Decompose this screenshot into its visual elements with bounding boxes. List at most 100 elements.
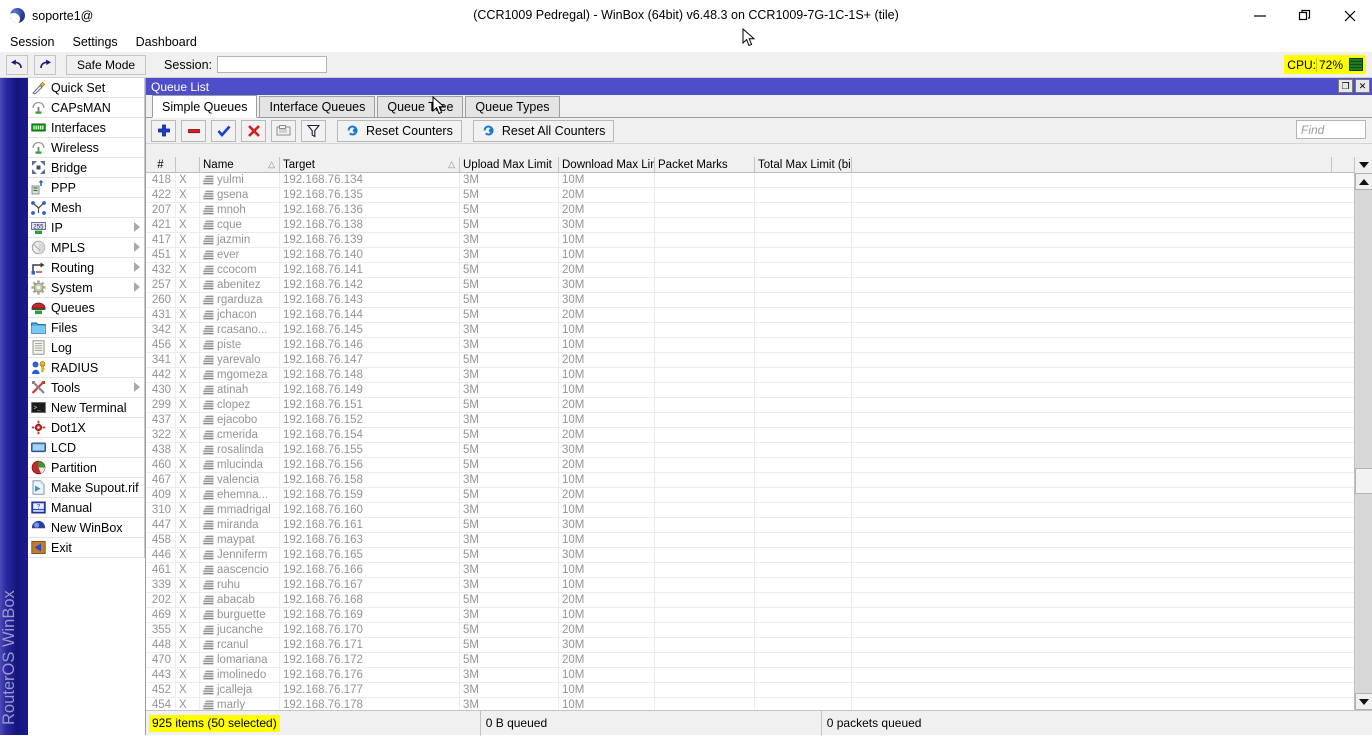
sidebar-item-mpls[interactable]: MPLS <box>28 238 144 258</box>
table-row[interactable]: 456Xpiste192.168.76.1463M10M <box>146 338 1354 353</box>
table-row[interactable]: 432Xccocom192.168.76.1415M20M <box>146 263 1354 278</box>
close-icon[interactable] <box>1327 0 1372 32</box>
table-row[interactable]: 299Xclopez192.168.76.1515M20M <box>146 398 1354 413</box>
table-row[interactable]: 458Xmaypat192.168.76.1633M10M <box>146 533 1354 548</box>
column-header-total[interactable]: Total Max Limit (bi... <box>755 157 852 173</box>
table-row[interactable]: 257Xabenitez192.168.76.1425M30M <box>146 278 1354 293</box>
sidebar-item-quick-set[interactable]: Quick Set <box>28 78 144 98</box>
sidebar-item-bridge[interactable]: Bridge <box>28 158 144 178</box>
table-row[interactable]: 409Xehemna...192.168.76.1595M20M <box>146 488 1354 503</box>
sidebar-item-tools[interactable]: Tools <box>28 378 144 398</box>
vertical-scrollbar[interactable] <box>1354 173 1372 710</box>
table-row[interactable]: 421Xcque192.168.76.1385M30M <box>146 218 1354 233</box>
queue-window-restore-icon[interactable]: ❐ <box>1338 79 1353 93</box>
table-row[interactable]: 446XJenniferm192.168.76.1655M30M <box>146 548 1354 563</box>
restore-icon[interactable] <box>1282 0 1327 32</box>
reset-counters-button[interactable]: Reset Counters <box>337 120 462 142</box>
table-row[interactable]: 430Xatinah192.168.76.1493M10M <box>146 383 1354 398</box>
scroll-down-icon[interactable] <box>1355 693 1372 710</box>
table-row[interactable]: 454Xmarly192.168.76.1783M10M <box>146 698 1354 710</box>
sidebar-item-files[interactable]: Files <box>28 318 144 338</box>
table-row[interactable]: 452Xjcalleja192.168.76.1773M10M <box>146 683 1354 698</box>
table-row[interactable]: 310Xmmadrigal192.168.76.1603M10M <box>146 503 1354 518</box>
column-header-marks[interactable]: Packet Marks <box>655 157 755 173</box>
undo-icon[interactable] <box>6 55 28 75</box>
table-row[interactable]: 418Xyulmi192.168.76.1343M10M <box>146 173 1354 188</box>
find-input[interactable]: Find <box>1296 120 1366 139</box>
column-header-num[interactable]: # <box>146 157 176 173</box>
table-row[interactable]: 339Xruhu192.168.76.1673M10M <box>146 578 1354 593</box>
sidebar-item-wireless[interactable]: Wireless <box>28 138 144 158</box>
session-input[interactable] <box>217 56 327 73</box>
enable-check-icon[interactable] <box>211 120 236 142</box>
sidebar-item-radius[interactable]: RADIUS <box>28 358 144 378</box>
queue-window-close-icon[interactable]: ✕ <box>1355 79 1370 93</box>
table-row[interactable]: 469Xburguette192.168.76.1693M10M <box>146 608 1354 623</box>
redo-icon[interactable] <box>34 55 56 75</box>
comment-icon[interactable] <box>271 120 296 142</box>
menu-settings[interactable]: Settings <box>64 34 125 50</box>
table-row[interactable]: 470Xlomariana192.168.76.1725M20M <box>146 653 1354 668</box>
table-row[interactable]: 448Xrcanul192.168.76.1715M30M <box>146 638 1354 653</box>
table-row[interactable]: 341Xyarevalo192.168.76.1475M20M <box>146 353 1354 368</box>
table-row[interactable]: 447Xmiranda192.168.76.1615M30M <box>146 518 1354 533</box>
table-row[interactable]: 322Xcmerida192.168.76.1545M20M <box>146 428 1354 443</box>
column-header-upload[interactable]: Upload Max Limit <box>460 157 559 173</box>
tab-simple-queues[interactable]: Simple Queues <box>152 95 257 118</box>
column-header-blank[interactable] <box>852 157 1332 173</box>
sidebar-item-new-winbox[interactable]: New WinBox <box>28 518 144 538</box>
add-icon[interactable] <box>151 120 176 142</box>
table-row[interactable]: 260Xrgarduza192.168.76.1435M30M <box>146 293 1354 308</box>
table-row[interactable]: 442Xmgomeza192.168.76.1483M10M <box>146 368 1354 383</box>
table-row[interactable]: 451Xever192.168.76.1403M10M <box>146 248 1354 263</box>
safe-mode-button[interactable]: Safe Mode <box>66 55 146 75</box>
table-row[interactable]: 422Xgsena192.168.76.1355M20M <box>146 188 1354 203</box>
menu-session[interactable]: Session <box>2 34 62 50</box>
sidebar-item-ip[interactable]: 255IP <box>28 218 144 238</box>
tab-queue-types[interactable]: Queue Types <box>465 96 559 117</box>
table-row[interactable]: 202Xabacab192.168.76.1685M20M <box>146 593 1354 608</box>
sidebar-item-lcd[interactable]: LCD <box>28 438 144 458</box>
sidebar-item-manual[interactable]: ?Manual <box>28 498 144 518</box>
table-row[interactable]: 342Xrcasano...192.168.76.1453M10M <box>146 323 1354 338</box>
table-row[interactable]: 438Xrosalinda192.168.76.1555M30M <box>146 443 1354 458</box>
tab-interface-queues[interactable]: Interface Queues <box>259 96 375 117</box>
table-header-row: # Name△Target△Upload Max LimitDownload Ma… <box>146 157 1372 173</box>
table-row[interactable]: 207Xmnoh192.168.76.1365M20M <box>146 203 1354 218</box>
sidebar-item-make-supout-rif[interactable]: Make Supout.rif <box>28 478 144 498</box>
sidebar-item-log[interactable]: Log <box>28 338 144 358</box>
sidebar-item-ppp[interactable]: PPP <box>28 178 144 198</box>
remove-icon[interactable] <box>181 120 206 142</box>
sidebar-item-mesh[interactable]: Mesh <box>28 198 144 218</box>
sidebar-item-partition[interactable]: Partition <box>28 458 144 478</box>
table-row[interactable]: 460Xmlucinda192.168.76.1565M20M <box>146 458 1354 473</box>
table-row[interactable]: 461Xaascencio192.168.76.1663M10M <box>146 563 1354 578</box>
menu-dashboard[interactable]: Dashboard <box>128 34 205 50</box>
tab-queue-tree[interactable]: Queue Tree <box>377 96 463 117</box>
table-row[interactable]: 467Xvalencia192.168.76.1583M10M <box>146 473 1354 488</box>
column-header-download[interactable]: Download Max Limit <box>559 157 655 173</box>
minimize-icon[interactable] <box>1237 0 1282 32</box>
column-chooser-icon[interactable] <box>1354 157 1372 173</box>
filter-funnel-icon[interactable] <box>301 120 326 142</box>
table-row[interactable]: 437Xejacobo192.168.76.1523M10M <box>146 413 1354 428</box>
column-header-target[interactable]: Target△ <box>280 157 460 173</box>
sidebar-item-system[interactable]: System <box>28 278 144 298</box>
column-header-flags[interactable] <box>176 157 200 173</box>
sidebar-item-new-terminal[interactable]: >_New Terminal <box>28 398 144 418</box>
table-row[interactable]: 355Xjucanche192.168.76.1705M20M <box>146 623 1354 638</box>
sidebar-item-dot1x[interactable]: Dot1X <box>28 418 144 438</box>
sidebar-item-capsman[interactable]: CAPsMAN <box>28 98 144 118</box>
table-row[interactable]: 443Ximolinedo192.168.76.1763M10M <box>146 668 1354 683</box>
table-row[interactable]: 431Xjchacon192.168.76.1445M20M <box>146 308 1354 323</box>
sidebar-item-routing[interactable]: Routing <box>28 258 144 278</box>
column-header-name[interactable]: Name△ <box>200 157 280 173</box>
reset-all-counters-button[interactable]: Reset All Counters <box>473 120 615 142</box>
sidebar-item-queues[interactable]: Queues <box>28 298 144 318</box>
scrollbar-thumb[interactable] <box>1355 468 1372 494</box>
scroll-up-icon[interactable] <box>1355 173 1372 190</box>
disable-x-icon[interactable] <box>241 120 266 142</box>
table-row[interactable]: 417Xjazmin192.168.76.1393M10M <box>146 233 1354 248</box>
sidebar-item-exit[interactable]: Exit <box>28 538 144 558</box>
sidebar-item-interfaces[interactable]: Interfaces <box>28 118 144 138</box>
